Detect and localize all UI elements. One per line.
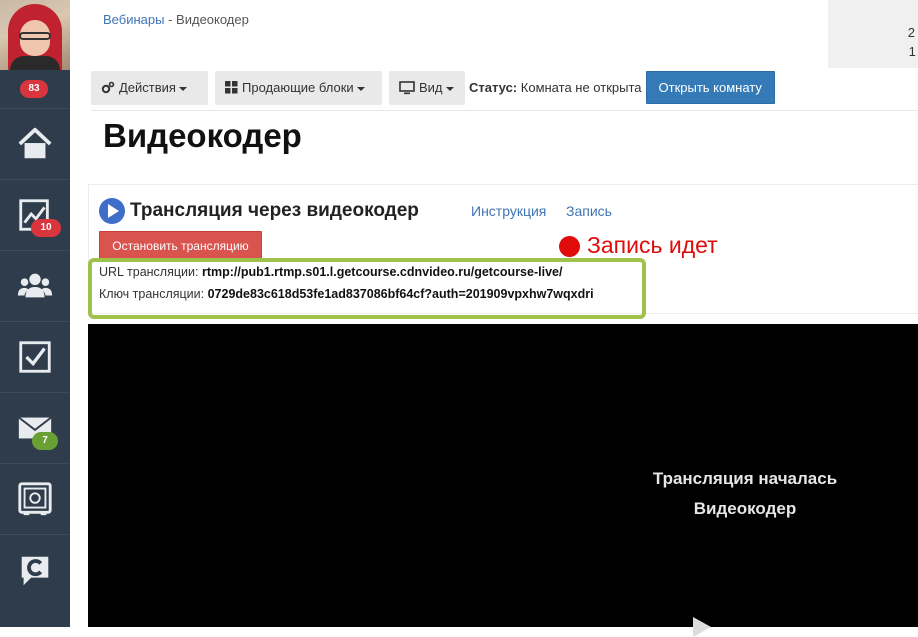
recording-dot-icon: [559, 236, 580, 257]
status-label: Статус:: [469, 80, 518, 95]
play-icon: [99, 198, 125, 224]
view-dropdown[interactable]: Вид: [389, 70, 465, 105]
sidebar-item-stats[interactable]: [0, 179, 70, 249]
stream-key-row: Ключ трансляции: 0729de83c618d53fe1ad837…: [99, 287, 594, 301]
status-value: Комната не открыта: [520, 80, 642, 95]
grid-icon: [225, 81, 238, 94]
actions-dropdown[interactable]: Действия: [91, 70, 208, 105]
stream-key-label: Ключ трансляции:: [99, 287, 205, 301]
info-line-1: 3: [828, 4, 918, 23]
checkbox-icon: [19, 340, 51, 373]
breadcrumb-link-webinars[interactable]: Вебинары: [103, 12, 164, 27]
info-line-3: 1 у: [908, 44, 918, 59]
video-status-line-1: Трансляция началась: [652, 469, 838, 488]
selling-blocks-dropdown[interactable]: Продающие блоки: [215, 70, 382, 105]
video-status-line-2: Видеокодер: [693, 499, 797, 518]
caret-down-icon: [356, 86, 365, 91]
recording-status: Запись идет: [587, 232, 718, 258]
breadcrumb-current: Видеокодер: [176, 12, 249, 27]
page-title: Видеокодер: [103, 117, 302, 154]
info-line-2: 2 б: [907, 25, 918, 40]
users-icon: [17, 273, 53, 297]
stream-key-value[interactable]: 0729de83c618d53fe1ad837086bf64cf?auth=20…: [208, 287, 594, 301]
sidebar-item-messages[interactable]: [0, 392, 70, 462]
broadcast-title: Трансляция через видеокодер: [130, 200, 419, 221]
divider: [91, 110, 918, 111]
video-play-icon[interactable]: [693, 617, 711, 637]
caret-down-icon: [445, 86, 454, 91]
record-link[interactable]: Запись: [566, 203, 612, 219]
room-status: Статус: Комната не открыта: [469, 80, 642, 95]
sidebar: 83 10 7: [0, 0, 70, 627]
breadcrumb: Вебинары - Видеокодер: [103, 12, 249, 27]
open-room-button[interactable]: Открыть комнату: [645, 71, 775, 104]
getcourse-logo-icon: [21, 556, 49, 585]
sidebar-item-tasks[interactable]: [0, 321, 70, 391]
selling-blocks-label: Продающие блоки: [242, 80, 354, 95]
top-right-info: 3 2 б 1 у: [828, 0, 918, 68]
sidebar-item-users[interactable]: [0, 250, 70, 320]
breadcrumb-separator: -: [168, 12, 173, 27]
stats-badge: 10: [31, 219, 61, 237]
home-icon: [18, 127, 52, 158]
avatar[interactable]: [0, 0, 70, 70]
sidebar-item-getcourse[interactable]: [0, 534, 70, 604]
sidebar-item-home[interactable]: [0, 108, 70, 178]
safe-icon: [18, 481, 52, 515]
notifications-badge[interactable]: 83: [20, 80, 48, 98]
toolbar: Действия Продающие блоки Вид Статус: Ком…: [91, 70, 775, 105]
instruction-link[interactable]: Инструкция: [471, 203, 546, 219]
caret-down-icon: [178, 86, 187, 91]
gears-icon: [101, 81, 115, 93]
stream-url-label: URL трансляции:: [99, 265, 199, 279]
sidebar-item-safe[interactable]: [0, 463, 70, 533]
view-label: Вид: [419, 80, 443, 95]
actions-label: Действия: [119, 80, 176, 95]
stop-broadcast-button[interactable]: Остановить трансляцию: [99, 231, 262, 261]
stream-url-row: URL трансляции: rtmp://pub1.rtmp.s01.l.g…: [99, 265, 562, 279]
stream-url-value[interactable]: rtmp://pub1.rtmp.s01.l.getcourse.cdnvide…: [202, 265, 563, 279]
messages-badge: 7: [32, 432, 58, 450]
monitor-icon: [399, 80, 415, 94]
